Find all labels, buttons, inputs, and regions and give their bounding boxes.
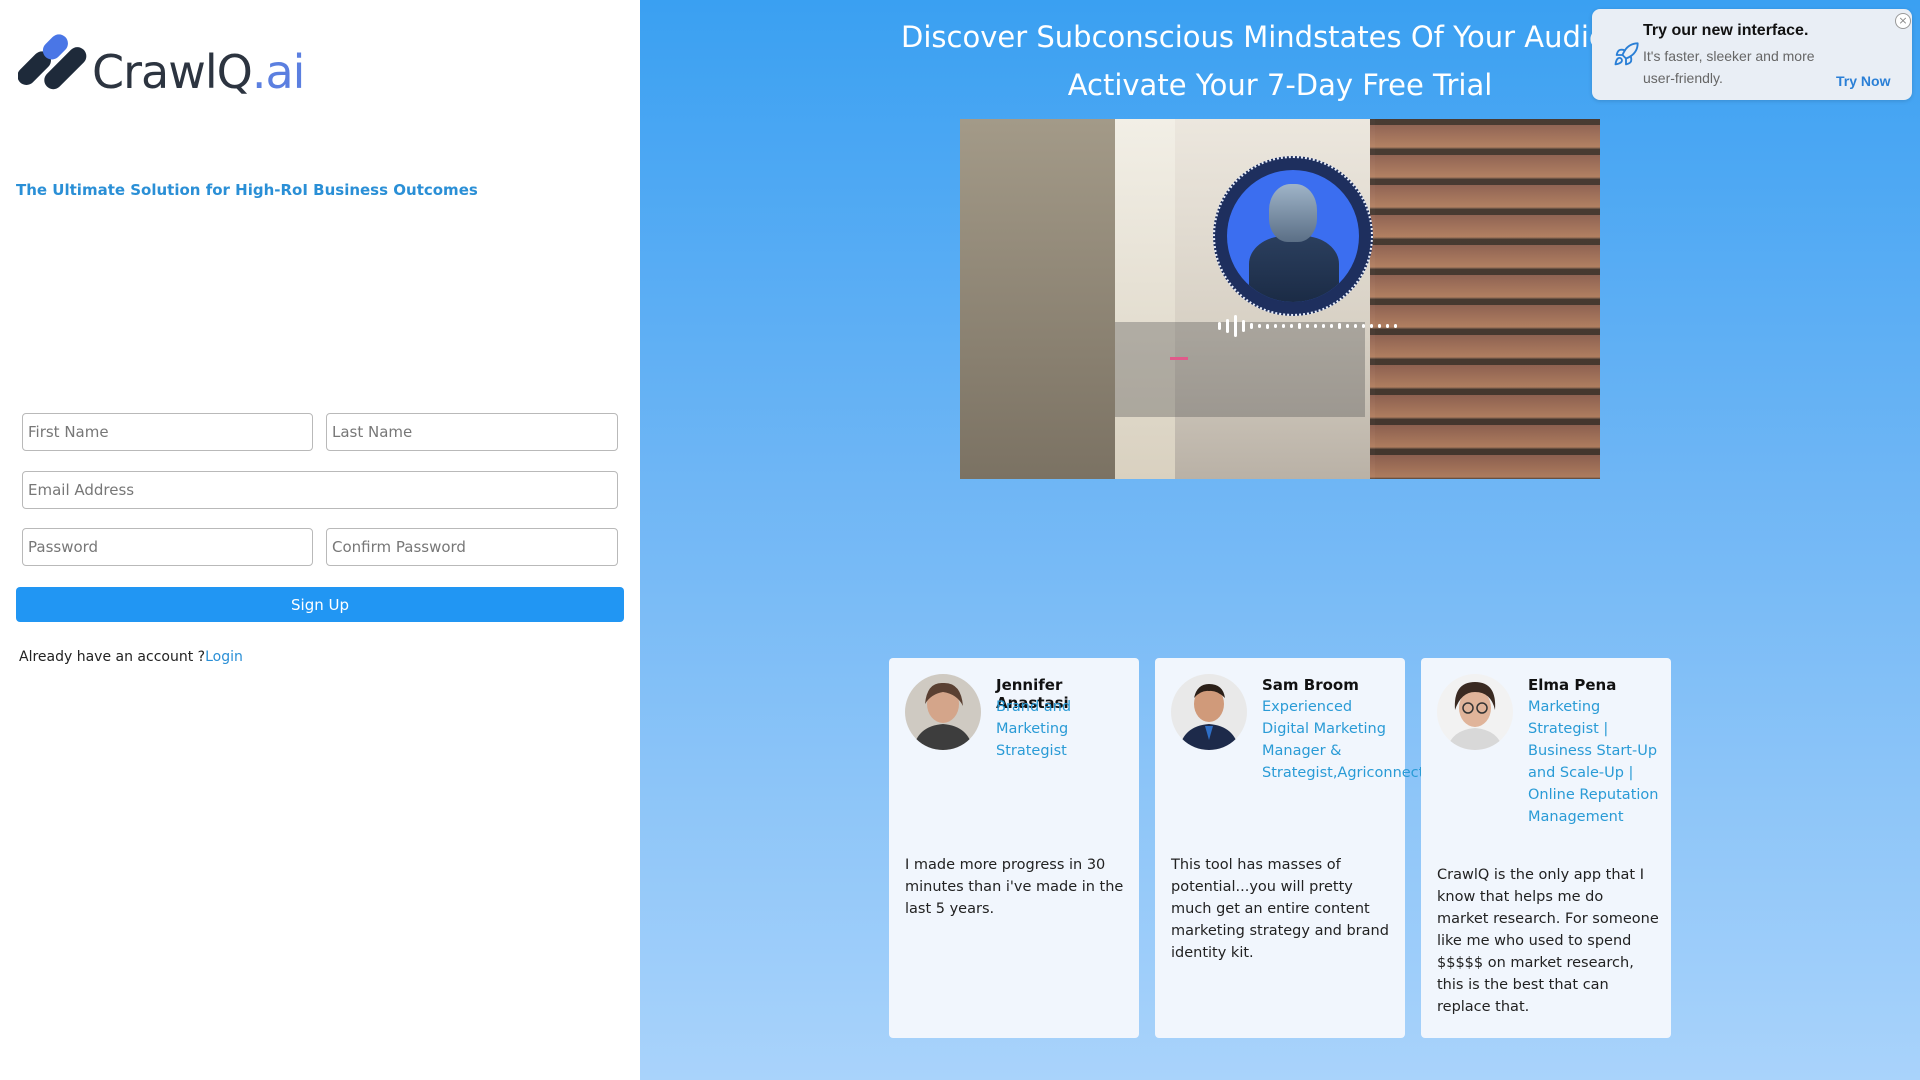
first-name-input[interactable] (22, 413, 313, 451)
try-now-link[interactable]: Try Now (1836, 73, 1890, 89)
new-interface-toast: Try our new interface. It's faster, slee… (1592, 9, 1912, 100)
hero-video[interactable] (960, 119, 1600, 479)
ai-avatar-image (1227, 170, 1359, 302)
rocket-icon (1612, 41, 1640, 69)
testimonial-quote: CrawlQ is the only app that I know that … (1437, 867, 1659, 1015)
video-indicator (1170, 357, 1188, 360)
ai-avatar (1213, 156, 1373, 316)
avatar (1437, 674, 1513, 750)
testimonial-quote: This tool has masses of potential...you … (1171, 857, 1389, 961)
login-link[interactable]: Login (205, 649, 243, 665)
testimonial-role: Brand and Marketing Strategist (996, 699, 1072, 759)
video-scene-bookshelves (1370, 119, 1600, 479)
toast-body: It's faster, sleeker and more user-frien… (1643, 48, 1815, 86)
video-scene-window (1115, 119, 1175, 479)
video-scene-left (960, 119, 1115, 479)
testimonial-card: Sam Broom Experienced Digital Marketing … (1155, 658, 1425, 1038)
email-input[interactable] (22, 471, 618, 509)
password-input[interactable] (22, 528, 313, 566)
brand-wordmark: CrawlQ.ai (92, 45, 305, 99)
signup-button[interactable]: Sign Up (16, 587, 624, 622)
hero-panel: Discover Subconscious Mindstates Of Your… (640, 0, 1920, 1080)
testimonial-name: Elma Pena (1528, 676, 1617, 694)
testimonial-name: Sam Broom (1262, 676, 1359, 694)
testimonial-role: Experienced Digital Marketing Manager & … (1262, 699, 1425, 781)
toast-title: Try our new interface. (1643, 22, 1809, 39)
robot-body (1249, 236, 1339, 302)
testimonial-quote: I made more progress in 30 minutes than … (905, 857, 1124, 917)
brand-logo[interactable]: CrawlQ.ai (17, 32, 305, 110)
last-name-input[interactable] (326, 413, 618, 451)
testimonial-role: Marketing Strategist | Business Start-Up… (1528, 699, 1659, 825)
testimonial-card: Elma Pena Marketing Strategist | Busines… (1421, 658, 1671, 1038)
confirm-password-input[interactable] (326, 528, 618, 566)
testimonial-card: Jennifer Anastasi Brand and Marketing St… (889, 658, 1139, 1038)
avatar (1171, 674, 1247, 750)
login-prompt-text: Already have an account ? (19, 649, 206, 665)
audio-waveform-icon (1218, 314, 1397, 338)
signup-panel: CrawlQ.ai The Ultimate Solution for High… (0, 0, 640, 1080)
logo-mark-icon (17, 32, 90, 110)
close-icon[interactable]: × (1895, 13, 1911, 29)
robot-head (1269, 184, 1317, 242)
tagline: The Ultimate Solution for High-RoI Busin… (16, 181, 478, 199)
avatar (905, 674, 981, 750)
login-prompt: Already have an account ?Login (19, 649, 243, 665)
